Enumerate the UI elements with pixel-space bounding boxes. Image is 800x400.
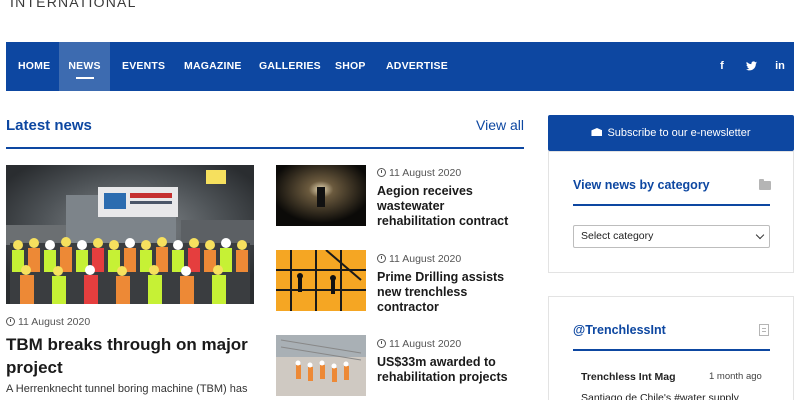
nav-magazine[interactable]: MAGAZINE bbox=[184, 42, 242, 91]
chevron-down-icon bbox=[755, 230, 765, 240]
main-article-image[interactable] bbox=[6, 165, 254, 304]
article-thumb-aegion[interactable] bbox=[276, 165, 366, 226]
logo-strip: INTERNATIONAL bbox=[0, 0, 800, 40]
side-article-date: 11 August 2020 bbox=[377, 167, 461, 179]
main-article-excerpt: A Herrenknecht tunnel boring machine (TB… bbox=[6, 383, 248, 395]
side-article-headline-us33m[interactable]: US$33m awarded to rehabilitation project… bbox=[377, 355, 522, 385]
twitter-icon[interactable] bbox=[742, 42, 760, 91]
nav-galleries[interactable]: GALLERIES bbox=[259, 42, 321, 91]
side-article-date: 11 August 2020 bbox=[377, 338, 461, 350]
linkedin-icon[interactable]: in bbox=[771, 42, 789, 91]
main-navbar: HOME NEWS EVENTS MAGAZINE GALLERIES SHOP… bbox=[6, 42, 794, 91]
folder-icon bbox=[759, 179, 771, 190]
category-divider bbox=[573, 204, 770, 206]
clock-icon bbox=[6, 317, 15, 326]
site-logo[interactable]: INTERNATIONAL bbox=[10, 0, 137, 10]
tweet-user[interactable]: Trenchless Int Mag bbox=[581, 371, 676, 383]
nav-home[interactable]: HOME bbox=[18, 42, 50, 91]
clock-icon bbox=[377, 168, 386, 177]
article-thumb-us33m[interactable] bbox=[276, 335, 366, 396]
side-article-date: 11 August 2020 bbox=[377, 253, 461, 265]
view-all-link[interactable]: View all bbox=[476, 117, 524, 133]
tweet-text: Santiago de Chile's #water supply bbox=[581, 392, 739, 400]
document-icon bbox=[759, 324, 769, 336]
twitter-handle-title[interactable]: @TrenchlessInt bbox=[573, 323, 666, 337]
subscribe-newsletter-button[interactable]: Subscribe to our e-newsletter bbox=[548, 115, 794, 151]
twitter-panel: @TrenchlessInt Trenchless Int Mag 1 mont… bbox=[548, 296, 794, 400]
side-article-headline-prime[interactable]: Prime Drilling assists new trenchless co… bbox=[377, 270, 522, 315]
twitter-divider bbox=[573, 349, 770, 351]
category-select[interactable]: Select category bbox=[573, 225, 770, 248]
latest-news-title: Latest news bbox=[6, 117, 92, 134]
main-article-date: 11 August 2020 bbox=[6, 316, 90, 328]
clock-icon bbox=[377, 339, 386, 348]
clock-icon bbox=[377, 254, 386, 263]
envelope-icon bbox=[591, 128, 603, 136]
nav-news[interactable]: NEWS bbox=[59, 42, 110, 91]
main-article-headline[interactable]: TBM breaks through on major project bbox=[6, 333, 261, 379]
nav-shop[interactable]: SHOP bbox=[335, 42, 366, 91]
category-panel: View news by category Select category bbox=[548, 151, 794, 273]
tweet-time[interactable]: 1 month ago bbox=[709, 371, 762, 382]
article-thumb-prime-drilling[interactable] bbox=[276, 250, 366, 311]
facebook-icon[interactable]: f bbox=[713, 42, 731, 91]
nav-events[interactable]: EVENTS bbox=[122, 42, 165, 91]
category-title: View news by category bbox=[573, 178, 710, 192]
latest-news-header: Latest news View all bbox=[6, 115, 524, 149]
nav-advertise[interactable]: ADVERTISE bbox=[386, 42, 448, 91]
side-article-headline-aegion[interactable]: Aegion receives wastewater rehabilitatio… bbox=[377, 184, 522, 229]
